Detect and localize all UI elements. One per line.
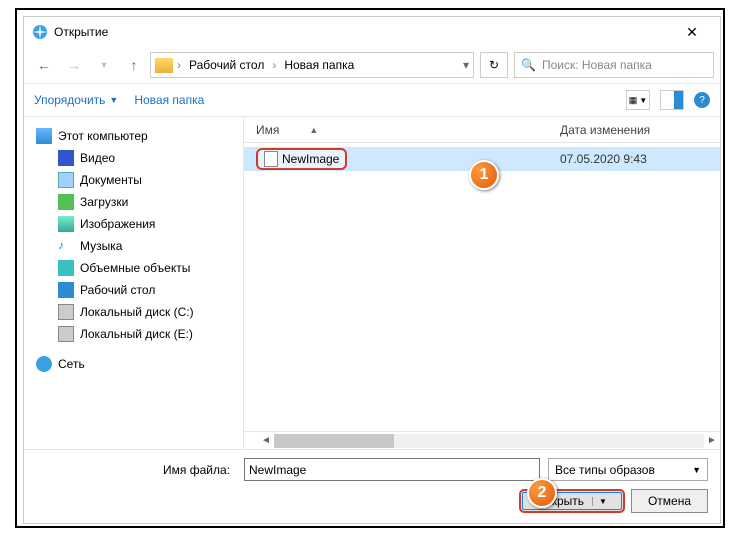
- music-icon: ♪: [58, 238, 74, 254]
- close-icon[interactable]: ✕: [672, 24, 712, 41]
- tree-images[interactable]: Изображения: [28, 213, 239, 235]
- new-folder-button[interactable]: Новая папка: [134, 93, 204, 107]
- window-title: Открытие: [54, 25, 672, 39]
- tree-videos[interactable]: Видео: [28, 147, 239, 169]
- tree-downloads[interactable]: Загрузки: [28, 191, 239, 213]
- breadcrumb-seg[interactable]: Новая папка: [280, 56, 358, 74]
- tree-this-pc[interactable]: Этот компьютер: [28, 125, 239, 147]
- forward-button[interactable]: →: [60, 51, 88, 79]
- help-icon[interactable]: ?: [694, 92, 710, 108]
- sort-asc-icon: ▲: [309, 125, 318, 135]
- chevron-down-icon: ▼: [109, 95, 118, 105]
- toolbar: Упорядочить▼ Новая папка ▦▼ ?: [24, 83, 720, 117]
- column-date[interactable]: Дата изменения: [560, 123, 720, 137]
- chevron-right-icon: ›: [272, 58, 276, 72]
- open-dialog: Открытие ✕ ← → ▾ ↑ › Рабочий стол › Нова…: [23, 16, 721, 524]
- breadcrumb-seg[interactable]: Рабочий стол: [185, 56, 268, 74]
- titlebar: Открытие ✕: [24, 17, 720, 47]
- document-icon: [58, 172, 74, 188]
- back-button[interactable]: ←: [30, 51, 58, 79]
- scroll-left-icon[interactable]: ◄: [258, 435, 274, 446]
- image-icon: [58, 216, 74, 232]
- cube-icon: [58, 260, 74, 276]
- up-button[interactable]: ↑: [120, 51, 148, 79]
- desktop-icon: [58, 282, 74, 298]
- annotation-marker-2: 2: [527, 478, 557, 508]
- nav-bar: ← → ▾ ↑ › Рабочий стол › Новая папка ▾ ↻…: [24, 47, 720, 83]
- file-icon: [264, 151, 278, 167]
- chevron-right-icon: ›: [177, 58, 181, 72]
- chevron-down-icon: ▼: [692, 465, 701, 475]
- nav-tree: Этот компьютер Видео Документы Загрузки …: [24, 117, 244, 449]
- dialog-footer: Имя файла: Все типы образов ▼ Открыть ▼ …: [24, 449, 720, 523]
- app-icon: [32, 24, 48, 40]
- tree-3d-objects[interactable]: Объемные объекты: [28, 257, 239, 279]
- list-header: Имя ▲ Дата изменения: [244, 117, 720, 143]
- folder-icon: [155, 58, 173, 73]
- tree-music[interactable]: ♪Музыка: [28, 235, 239, 257]
- organize-button[interactable]: Упорядочить▼: [34, 93, 118, 107]
- filename-input[interactable]: [244, 458, 540, 481]
- video-icon: [58, 150, 74, 166]
- disk-icon: [58, 326, 74, 342]
- chevron-down-icon[interactable]: ▾: [463, 58, 469, 72]
- preview-pane-button[interactable]: [660, 90, 684, 110]
- address-bar[interactable]: › Рабочий стол › Новая папка ▾: [150, 52, 474, 78]
- filename-label: Имя файла:: [36, 463, 236, 477]
- search-icon: 🔍: [521, 58, 536, 72]
- annotation-marker-1: 1: [469, 160, 499, 190]
- file-name: NewImage: [282, 152, 339, 166]
- filetype-select[interactable]: Все типы образов ▼: [548, 458, 708, 481]
- view-button[interactable]: ▦▼: [626, 90, 650, 110]
- tree-disk-e[interactable]: Локальный диск (E:): [28, 323, 239, 345]
- column-name[interactable]: Имя: [256, 123, 279, 137]
- file-entry: NewImage: [256, 148, 347, 170]
- download-icon: [58, 194, 74, 210]
- tree-desktop[interactable]: Рабочий стол: [28, 279, 239, 301]
- scroll-right-icon[interactable]: ►: [704, 435, 720, 446]
- tree-disk-c[interactable]: Локальный диск (C:): [28, 301, 239, 323]
- cancel-button[interactable]: Отмена: [631, 489, 708, 513]
- pc-icon: [36, 128, 52, 144]
- search-input[interactable]: 🔍 Поиск: Новая папка: [514, 52, 714, 78]
- tree-network[interactable]: Сеть: [28, 353, 239, 375]
- network-icon: [36, 356, 52, 372]
- split-drop-icon[interactable]: ▼: [592, 497, 607, 506]
- tree-documents[interactable]: Документы: [28, 169, 239, 191]
- disk-icon: [58, 304, 74, 320]
- recent-drop-icon[interactable]: ▾: [90, 51, 118, 79]
- refresh-button[interactable]: ↻: [480, 52, 508, 78]
- search-placeholder: Поиск: Новая папка: [542, 58, 652, 72]
- scrollbar-thumb[interactable]: [274, 434, 394, 448]
- horizontal-scrollbar[interactable]: ◄ ►: [244, 431, 720, 449]
- file-date: 07.05.2020 9:43: [560, 152, 720, 166]
